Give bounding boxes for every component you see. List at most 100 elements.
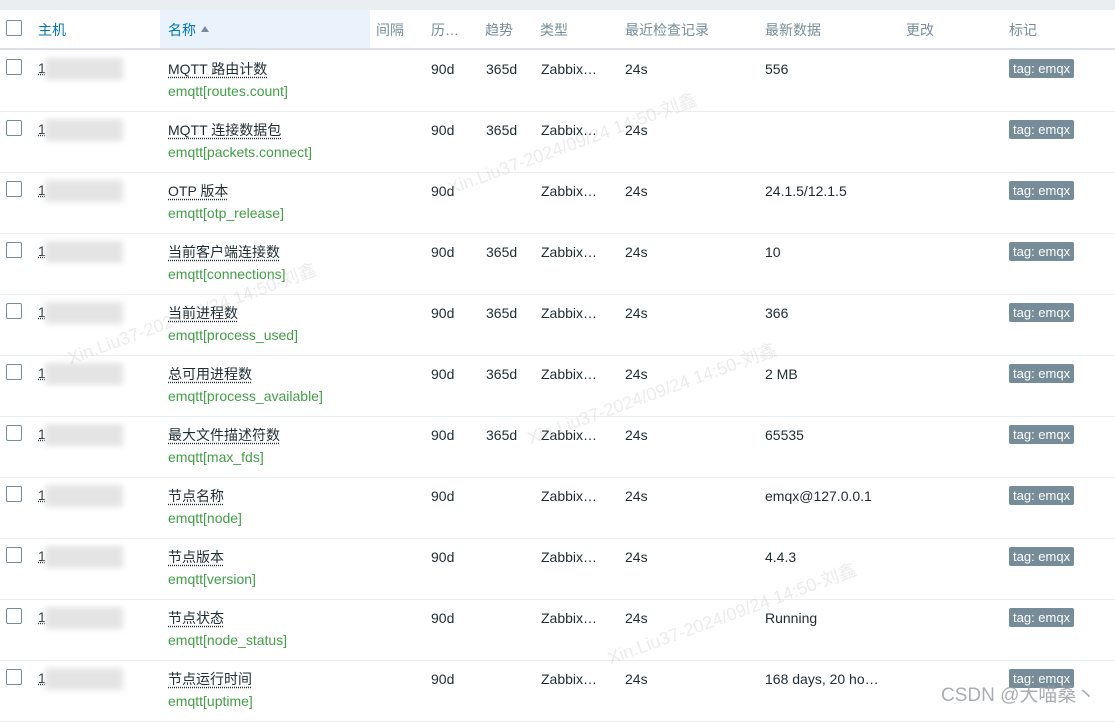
item-last-value: Running — [765, 610, 818, 626]
row-checkbox[interactable] — [6, 364, 22, 380]
item-name-link[interactable]: MQTT 连接数据包 — [168, 121, 281, 139]
row-checkbox[interactable] — [6, 425, 22, 441]
row-checkbox[interactable] — [6, 608, 22, 624]
col-name-label: 名称 — [168, 22, 196, 38]
item-type: Zabbix… — [541, 305, 598, 321]
item-type: Zabbix… — [541, 549, 598, 565]
item-history: 90d — [431, 183, 455, 199]
item-last-check: 24s — [625, 244, 648, 260]
item-history: 90d — [431, 244, 455, 260]
col-last-check: 最近检查记录 — [625, 22, 709, 38]
item-history: 90d — [431, 305, 455, 321]
row-checkbox[interactable] — [6, 59, 22, 75]
item-type: Zabbix… — [541, 183, 598, 199]
item-history: 90d — [431, 366, 455, 382]
table-row: 1 总可用进程数 emqtt[process_available] 90d 365d Za… — [0, 355, 1115, 417]
row-checkbox[interactable] — [6, 181, 22, 197]
table-row: 1 MQTT 路由计数 emqtt[routes.count] 90d 365d Zabb… — [0, 50, 1115, 112]
col-change: 更改 — [906, 22, 934, 38]
sort-asc-icon — [201, 26, 209, 33]
tag-badge[interactable]: tag: emqx — [1009, 242, 1075, 261]
tag-badge[interactable]: tag: emqx — [1009, 303, 1075, 322]
item-name-link[interactable]: 节点版本 — [168, 548, 224, 566]
col-last-value: 最新数据 — [765, 22, 821, 38]
item-trends: 365d — [486, 427, 518, 443]
col-type: 类型 — [540, 22, 568, 38]
item-last-check: 24s — [625, 488, 648, 504]
item-name-link[interactable]: 最大文件描述符数 — [168, 426, 280, 444]
item-name-link[interactable]: OTP 版本 — [168, 182, 228, 200]
row-checkbox[interactable] — [6, 303, 22, 319]
host-redacted — [45, 607, 123, 629]
item-last-value: emqx@127.0.0.1 — [765, 488, 872, 504]
tag-badge[interactable]: tag: emqx — [1009, 608, 1075, 627]
tag-badge[interactable]: tag: emqx — [1009, 547, 1075, 566]
row-checkbox[interactable] — [6, 486, 22, 502]
tag-badge[interactable]: tag: emqx — [1009, 425, 1075, 444]
item-last-check: 24s — [625, 549, 648, 565]
item-last-value: 556 — [765, 61, 789, 77]
host-redacted — [45, 241, 123, 263]
item-trends: 365d — [486, 122, 518, 138]
item-trends: 365d — [486, 366, 518, 382]
item-last-check: 24s — [625, 305, 648, 321]
top-strip — [0, 0, 1115, 10]
row-checkbox[interactable] — [6, 120, 22, 136]
col-host[interactable]: 主机 — [38, 10, 158, 48]
item-last-value: 4.4.3 — [765, 549, 797, 565]
col-trends: 趋势 — [485, 22, 513, 38]
item-type: Zabbix… — [541, 122, 598, 138]
tag-badge[interactable]: tag: emqx — [1009, 364, 1075, 383]
tag-badge[interactable]: tag: emqx — [1009, 59, 1075, 78]
item-key: emqtt[node_status] — [168, 632, 288, 648]
row-checkbox[interactable] — [6, 547, 22, 563]
tag-badge[interactable]: tag: emqx — [1009, 486, 1075, 505]
item-key: emqtt[version] — [168, 571, 256, 587]
host-redacted — [45, 485, 123, 507]
table-row: 1 节点版本 emqtt[version] 90d Zabbix… 24s 4.4.3 tag… — [0, 538, 1115, 600]
col-interval: 间隔 — [376, 22, 404, 38]
col-name[interactable]: 名称 — [160, 10, 370, 48]
select-all-checkbox[interactable] — [6, 20, 22, 36]
item-trends: 365d — [486, 61, 518, 77]
item-key: emqtt[max_fds] — [168, 449, 264, 465]
item-type: Zabbix… — [541, 488, 598, 504]
table-row: 1 OTP 版本 emqtt[otp_release] 90d Zabbix… 24s 24… — [0, 172, 1115, 234]
item-name-link[interactable]: 当前客户端连接数 — [168, 243, 280, 261]
item-type: Zabbix… — [541, 610, 598, 626]
table-header: 主机 名称 间隔 历… 趋势 类型 最近检查记录 最新数据 更改 标记 — [0, 10, 1115, 50]
item-history: 90d — [431, 610, 455, 626]
item-trends: 365d — [486, 244, 518, 260]
item-key: emqtt[process_available] — [168, 388, 323, 404]
item-key: emqtt[node] — [168, 510, 242, 526]
item-name-link[interactable]: MQTT 路由计数 — [168, 60, 267, 78]
item-last-check: 24s — [625, 183, 648, 199]
tag-badge[interactable]: tag: emqx — [1009, 181, 1075, 200]
item-name-link[interactable]: 当前进程数 — [168, 304, 238, 322]
row-checkbox[interactable] — [6, 669, 22, 685]
item-key: emqtt[packets.connect] — [168, 144, 312, 160]
item-key: emqtt[routes.count] — [168, 83, 288, 99]
item-last-check: 24s — [625, 61, 648, 77]
item-last-value: 2 MB — [765, 366, 798, 382]
table-row: 1 MQTT 连接数据包 emqtt[packets.connect] 90d 365d… — [0, 111, 1115, 173]
table-row: 1 最大文件描述符数 emqtt[max_fds] 90d 365d Zabbix… 24s… — [0, 416, 1115, 478]
item-name-link[interactable]: 节点名称 — [168, 487, 224, 505]
item-last-value: 24.1.5/12.1.5 — [765, 183, 847, 199]
item-name-link[interactable]: 节点状态 — [168, 609, 224, 627]
item-type: Zabbix… — [541, 244, 598, 260]
item-last-value: 10 — [765, 244, 781, 260]
row-checkbox[interactable] — [6, 242, 22, 258]
tag-badge[interactable]: tag: emqx — [1009, 120, 1075, 139]
col-history: 历… — [431, 22, 459, 38]
item-name-link[interactable]: 总可用进程数 — [168, 365, 252, 383]
item-trends: 365d — [486, 305, 518, 321]
item-history: 90d — [431, 488, 455, 504]
item-history: 90d — [431, 122, 455, 138]
host-redacted — [45, 546, 123, 568]
item-history: 90d — [431, 61, 455, 77]
item-type: Zabbix… — [541, 61, 598, 77]
item-last-check: 24s — [625, 610, 648, 626]
item-name-link[interactable]: 节点运行时间 — [168, 670, 252, 688]
item-history: 90d — [431, 671, 455, 687]
